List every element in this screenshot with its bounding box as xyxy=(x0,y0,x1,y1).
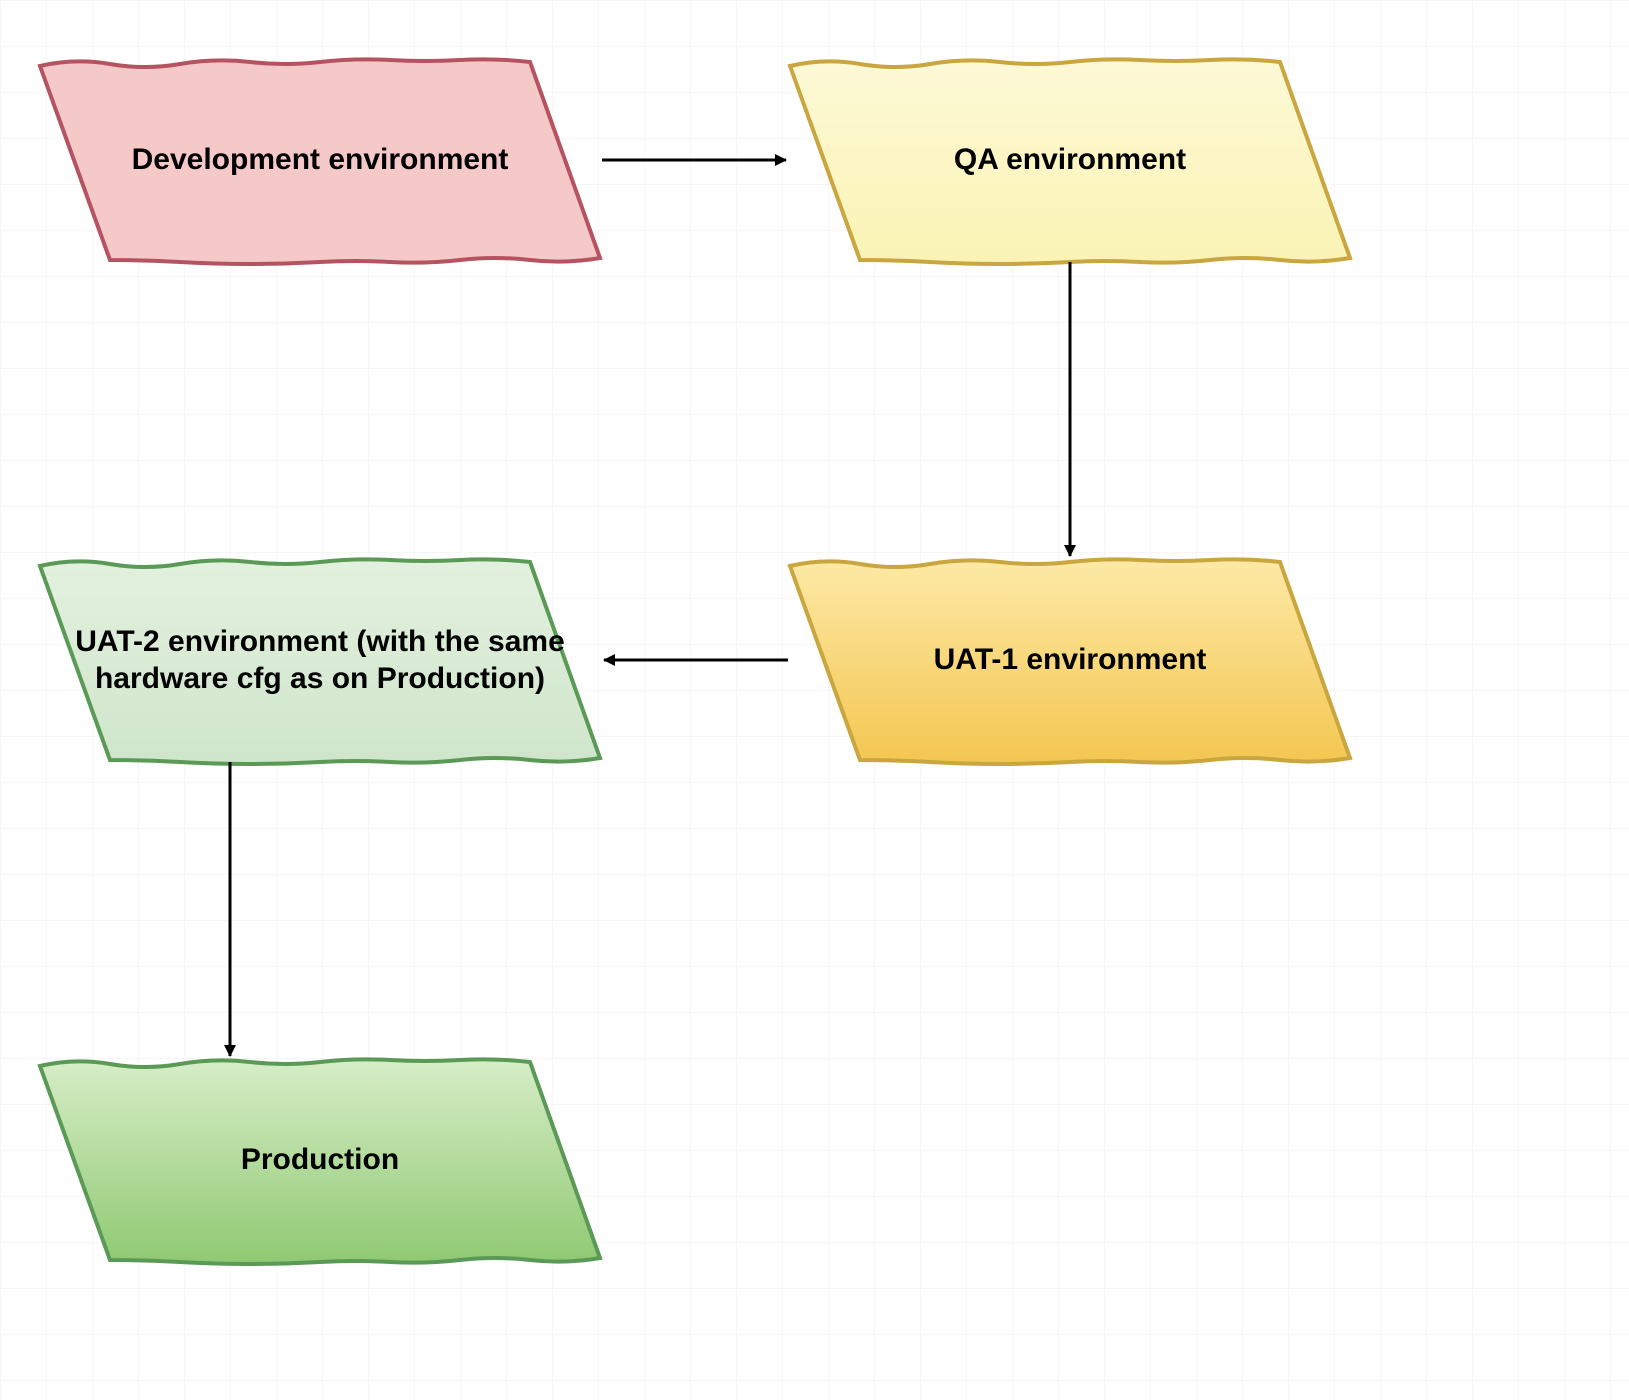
node-dev-label: Development environment xyxy=(132,141,509,179)
node-dev: Development environment xyxy=(40,60,600,260)
node-qa-label: QA environment xyxy=(954,141,1186,179)
node-uat2-label: UAT-2 environment (with the same hardwar… xyxy=(64,623,576,698)
node-uat2: UAT-2 environment (with the same hardwar… xyxy=(40,560,600,760)
node-prod-label: Production xyxy=(241,1141,399,1179)
node-uat1-label: UAT-1 environment xyxy=(934,641,1207,679)
node-prod: Production xyxy=(40,1060,600,1260)
node-qa: QA environment xyxy=(790,60,1350,260)
node-uat1: UAT-1 environment xyxy=(790,560,1350,760)
